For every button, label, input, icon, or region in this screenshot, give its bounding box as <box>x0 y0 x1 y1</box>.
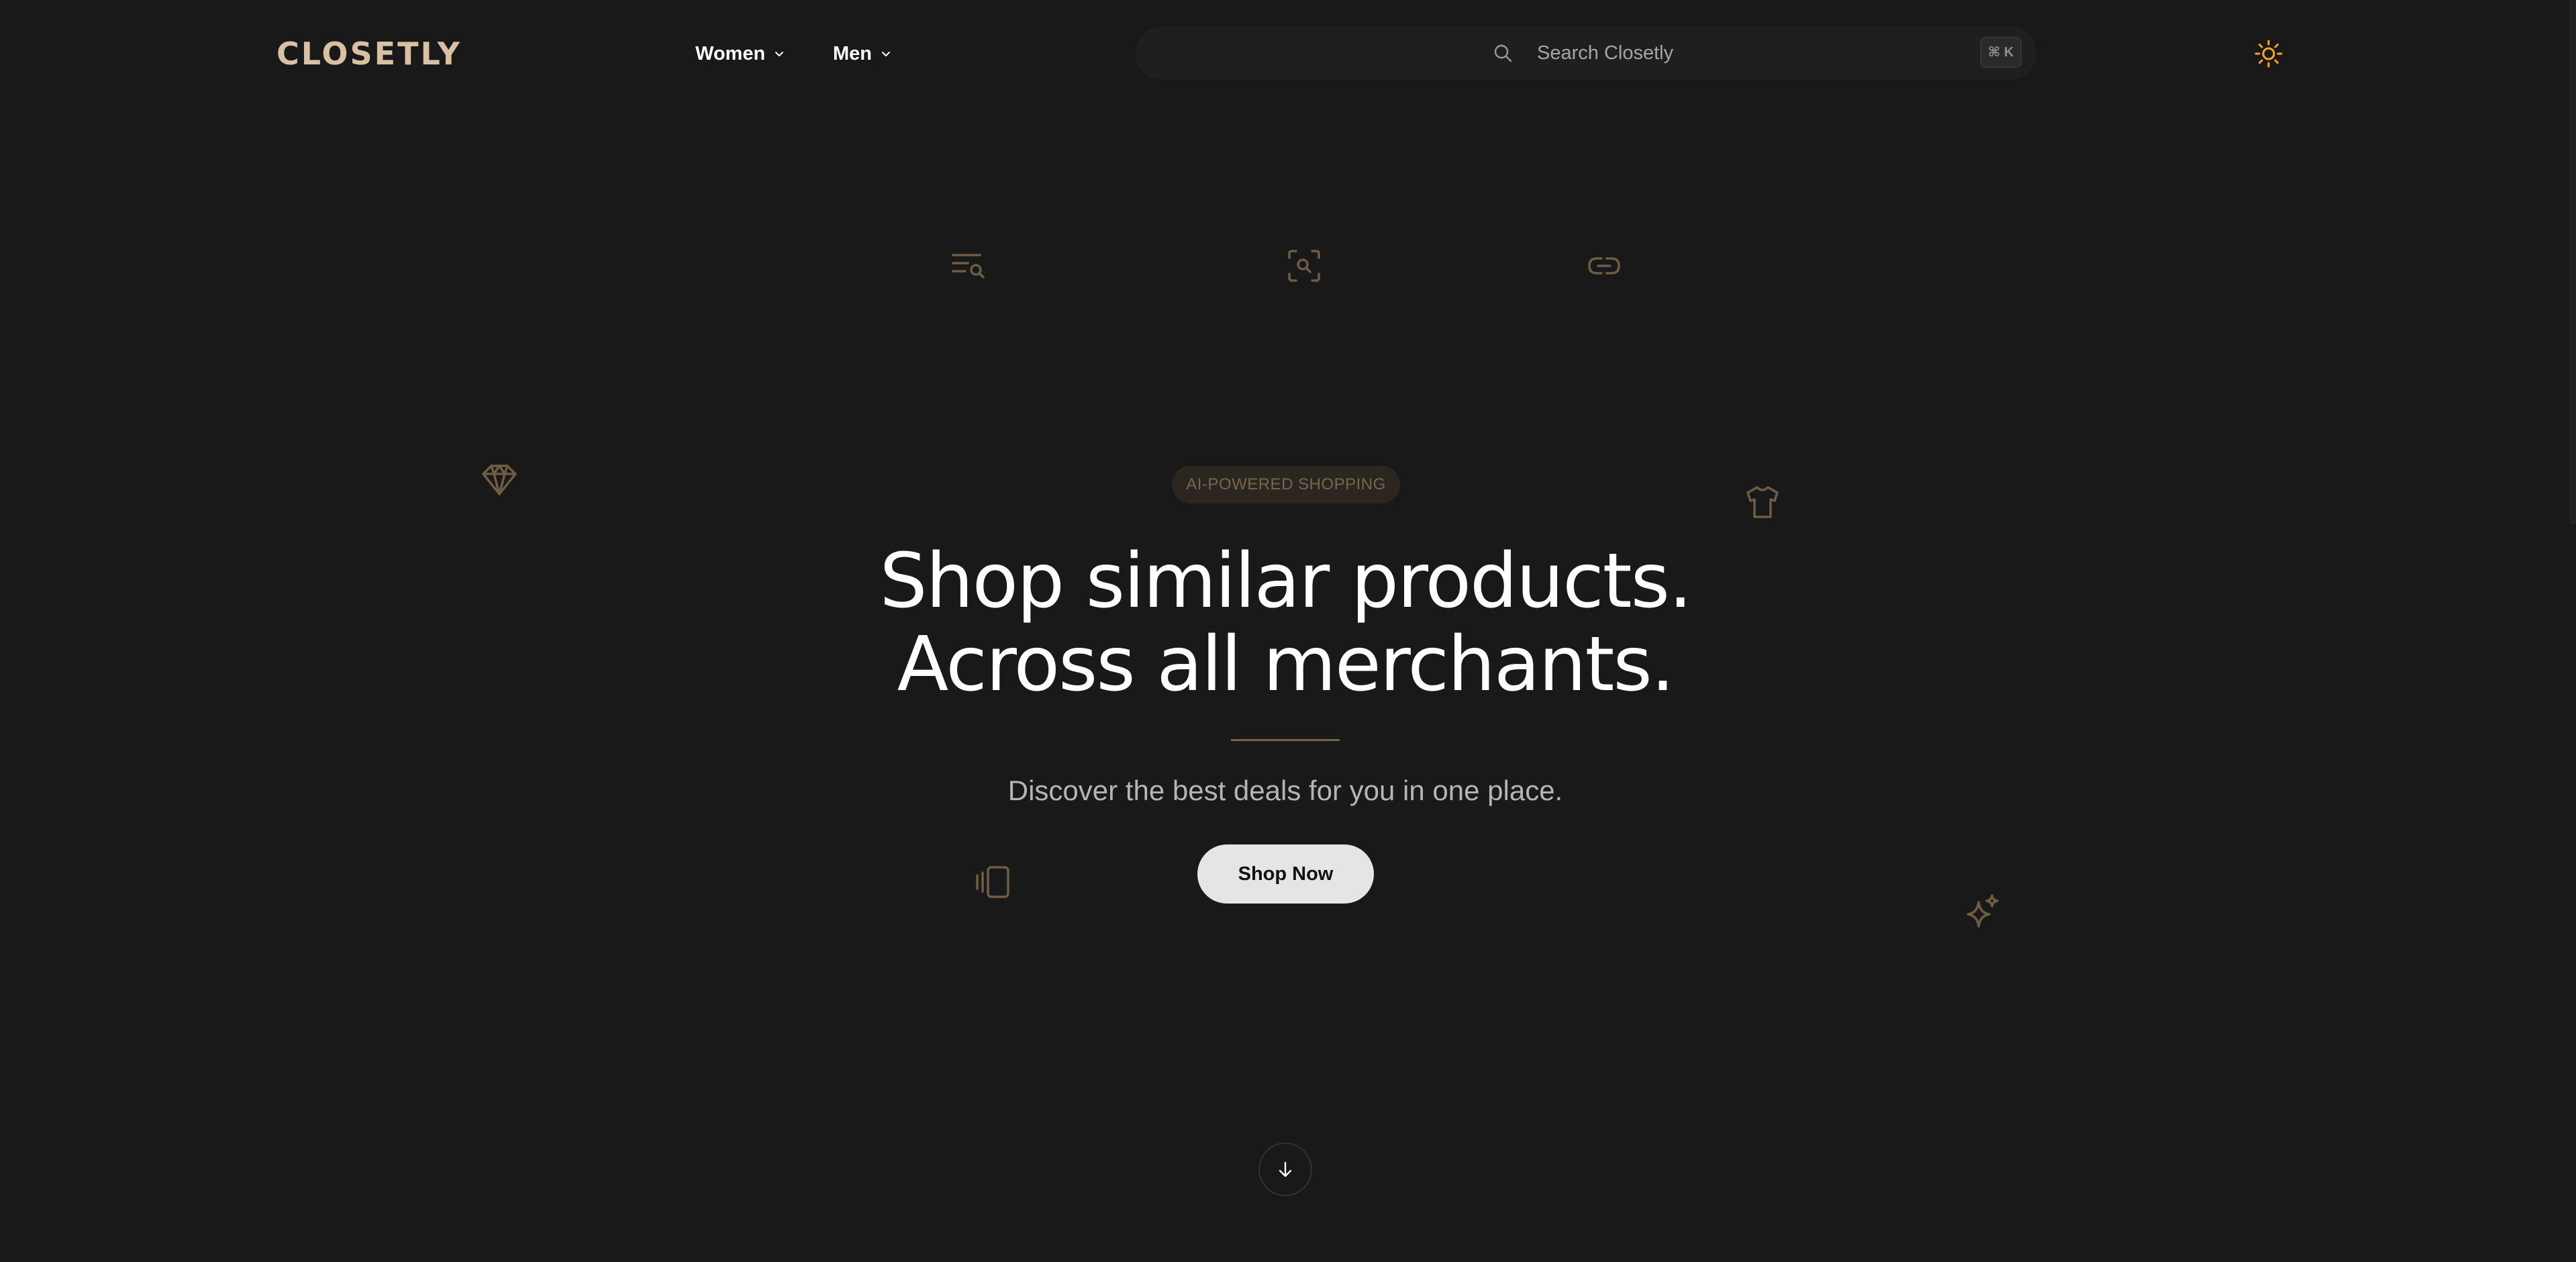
nav-men-label: Men <box>833 42 872 64</box>
theme-toggle-button[interactable] <box>2254 39 2283 68</box>
nav-women-label: Women <box>695 42 766 64</box>
scan-search-icon <box>1285 247 1323 285</box>
cards-swipe-icon <box>975 863 1012 901</box>
headline-line-2: Across all merchants. <box>897 621 1675 708</box>
sun-icon <box>2255 40 2283 68</box>
scroll-down-button[interactable] <box>1258 1143 1312 1196</box>
search-icon <box>1492 42 1514 64</box>
search-input[interactable]: Search Closetly <box>1537 27 1673 79</box>
tshirt-icon <box>1744 483 1781 521</box>
chevron-down-icon <box>880 48 892 60</box>
nav-women[interactable]: Women <box>695 39 785 68</box>
sparkles-icon <box>1964 893 2001 930</box>
shop-now-button[interactable]: Shop Now <box>1197 844 1374 904</box>
diamond-icon <box>481 460 518 498</box>
arrow-down-icon <box>1279 1161 1292 1177</box>
chevron-down-icon <box>773 48 785 60</box>
search-bar[interactable]: Search Closetly ⌘ K <box>1136 27 2036 79</box>
landing-page: CLOSETLY Women Men Search Closetly ⌘ K A… <box>0 0 2576 1262</box>
hero-subtitle: Discover the best deals for you in one p… <box>1007 775 1563 806</box>
nav-men[interactable]: Men <box>833 39 892 68</box>
keyboard-shortcut-badge: ⌘ K <box>1980 37 2022 68</box>
headline-line-1: Shop similar products. <box>879 538 1692 625</box>
hero-headline: Shop similar products. Across all mercha… <box>751 540 1820 706</box>
logo[interactable]: CLOSETLY <box>277 35 462 72</box>
ai-badge: AI-POWERED SHOPPING <box>1172 466 1400 503</box>
divider <box>1231 739 1340 741</box>
scrollbar[interactable] <box>2569 0 2576 524</box>
list-search-icon <box>949 246 987 283</box>
link-icon <box>1585 247 1623 285</box>
